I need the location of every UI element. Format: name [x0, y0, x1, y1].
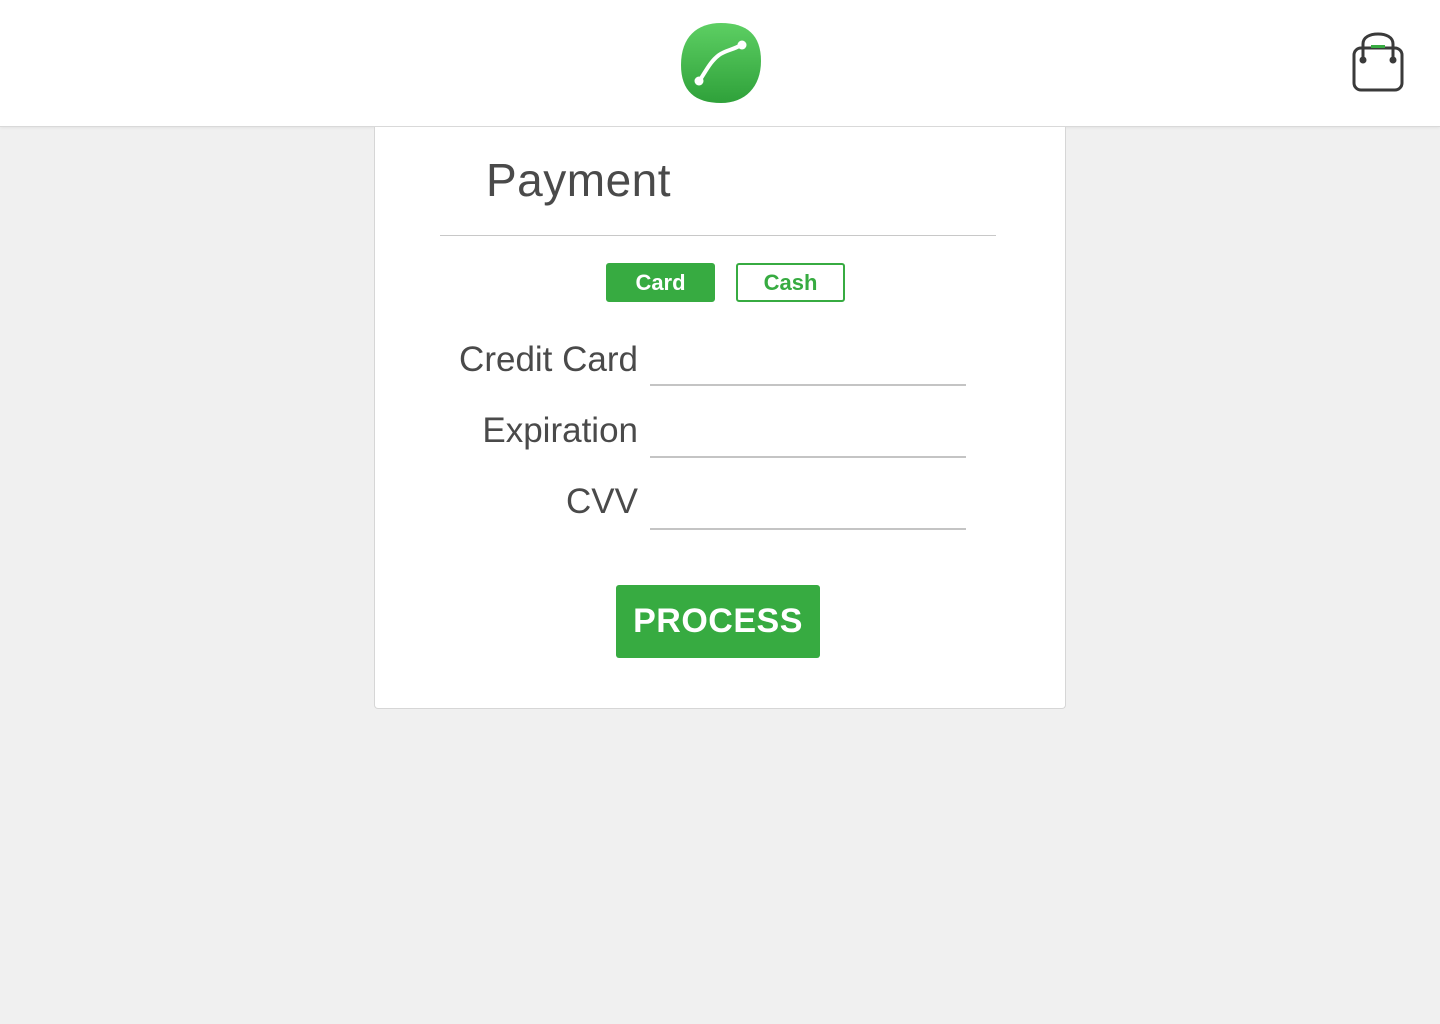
- expiration-label: Expiration: [482, 411, 638, 450]
- title-divider: [440, 235, 996, 236]
- expiration-input[interactable]: [650, 414, 966, 458]
- shopping-bag-icon[interactable]: [1348, 30, 1408, 96]
- page-title: Payment: [486, 154, 672, 206]
- payment-method-cash-button[interactable]: Cash: [736, 263, 845, 302]
- top-navigation-bar: [0, 0, 1440, 127]
- cvv-input[interactable]: [650, 486, 966, 530]
- app-logo-icon[interactable]: [679, 21, 763, 105]
- credit-card-label: Credit Card: [459, 340, 638, 379]
- payment-card: Payment Card Cash Credit Card Expiration…: [374, 127, 1066, 709]
- credit-card-input[interactable]: [650, 342, 966, 386]
- cvv-label: CVV: [566, 482, 638, 521]
- payment-method-card-button[interactable]: Card: [606, 263, 715, 302]
- process-button[interactable]: PROCESS: [616, 585, 820, 658]
